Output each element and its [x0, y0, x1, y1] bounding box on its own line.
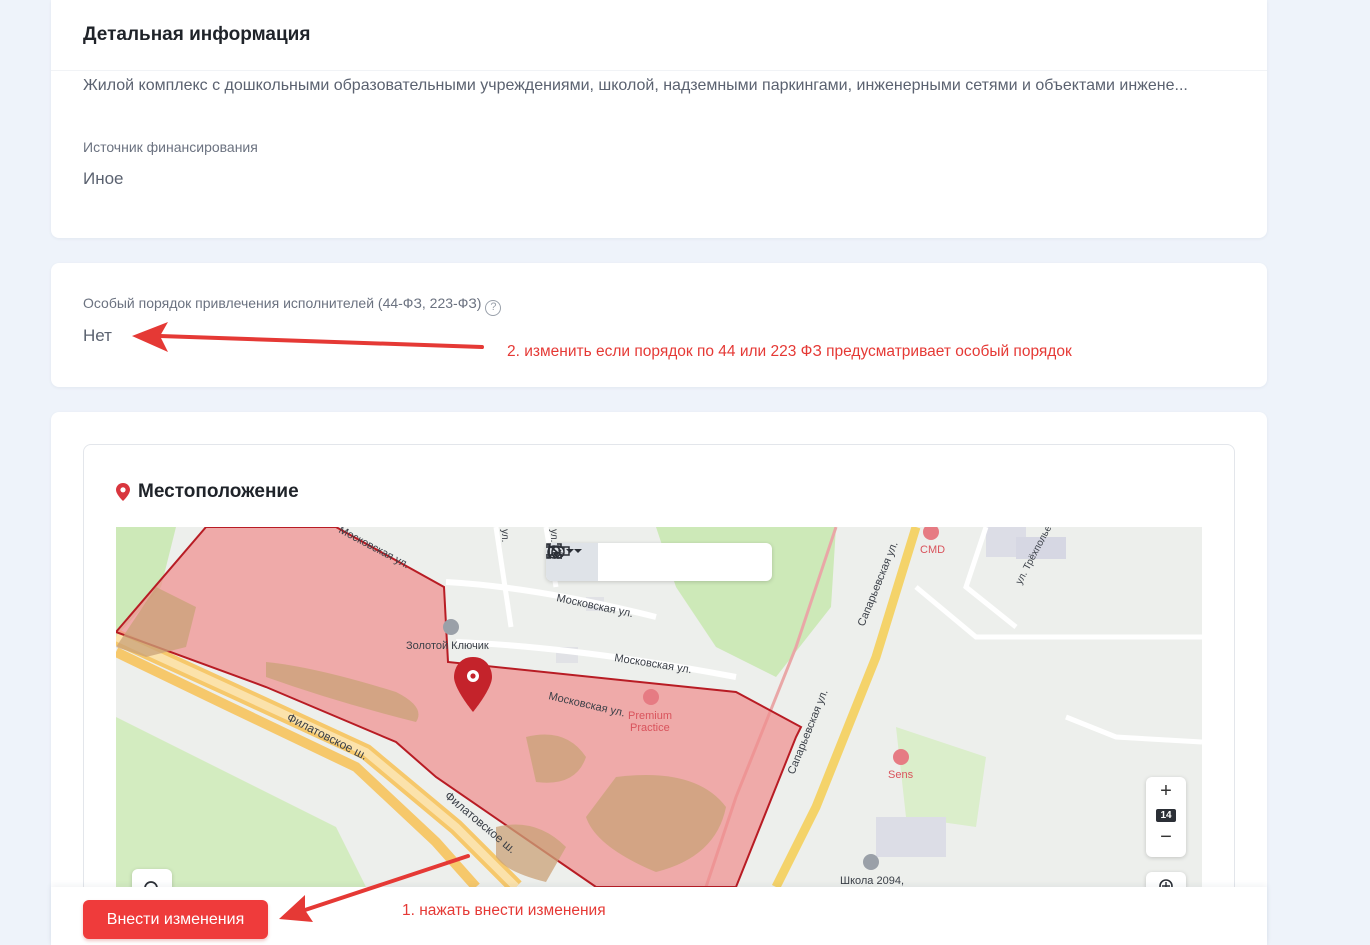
details-divider — [51, 70, 1267, 71]
map-label: Золотой Ключик — [406, 640, 489, 652]
map[interactable]: Золотой Ключик Московская ул. Московская… — [116, 527, 1202, 887]
map-label: CMD — [920, 544, 945, 556]
poi-icon[interactable] — [643, 689, 659, 705]
zoom-in-button[interactable]: + — [1146, 777, 1186, 805]
zoom-level-badge: 14 — [1156, 809, 1176, 822]
special-order-card: Особый порядок привлечения исполнителей … — [51, 263, 1267, 387]
location-title: Местоположение — [116, 481, 299, 503]
special-order-label-text: Особый порядок привлечения исполнителей … — [83, 295, 482, 311]
location-card: Местоположение Золотой Ключик Московская… — [51, 412, 1267, 945]
select-area-button[interactable]: ? — [548, 543, 638, 581]
submit-changes-button[interactable]: Внести изменения — [83, 900, 268, 939]
location-pin-icon — [116, 483, 130, 501]
funding-source-label: Источник финансирования — [83, 139, 258, 155]
bottom-action-bar: Внести изменения 1. нажать внести измене… — [51, 887, 1267, 945]
help-icon[interactable]: ? — [485, 300, 502, 316]
ruler-tool-button[interactable] — [548, 543, 692, 581]
zoom-control: + 14 − — [1146, 777, 1186, 857]
details-card: Детальная информация Жилой комплекс с до… — [51, 0, 1267, 238]
details-title: Детальная информация — [83, 24, 311, 45]
map-label: Premium — [628, 710, 672, 722]
special-order-label: Особый порядок привлечения исполнителей … — [83, 295, 502, 316]
special-order-value: Нет — [83, 326, 112, 345]
fullscreen-icon — [546, 543, 562, 559]
building — [876, 817, 946, 857]
poi-icon[interactable] — [863, 854, 879, 870]
map-geolocation-button[interactable] — [1146, 872, 1186, 887]
map-label: ул. — [548, 529, 559, 542]
map-search-button[interactable] — [132, 869, 172, 887]
poi-icon[interactable] — [893, 749, 909, 765]
layers-button[interactable] — [547, 543, 732, 581]
map-label: Sens — [888, 769, 914, 781]
map-label: Школа 2094, — [840, 875, 904, 887]
map-label: Practice — [630, 722, 670, 734]
funding-source-value: Иное — [83, 169, 124, 188]
details-description: Жилой комплекс с дошкольными образовател… — [83, 77, 1188, 94]
poi-icon[interactable] — [443, 619, 459, 635]
annotation-step-1: 1. нажать внести изменения — [402, 902, 606, 919]
map-label: ул. — [499, 529, 510, 542]
location-frame: Местоположение Золотой Ключик Московская… — [83, 444, 1235, 945]
map-canvas[interactable]: Золотой Ключик Московская ул. Московская… — [116, 527, 1202, 887]
map-toolbar: ? — [546, 543, 772, 581]
geolocation-icon — [1159, 879, 1173, 887]
fullscreen-button[interactable] — [546, 543, 772, 581]
search-icon — [144, 881, 158, 887]
location-title-text: Местоположение — [138, 481, 299, 502]
annotation-step-2: 2. изменить если порядок по 44 или 223 Ф… — [507, 343, 1072, 360]
zoom-out-button[interactable]: − — [1146, 823, 1186, 851]
